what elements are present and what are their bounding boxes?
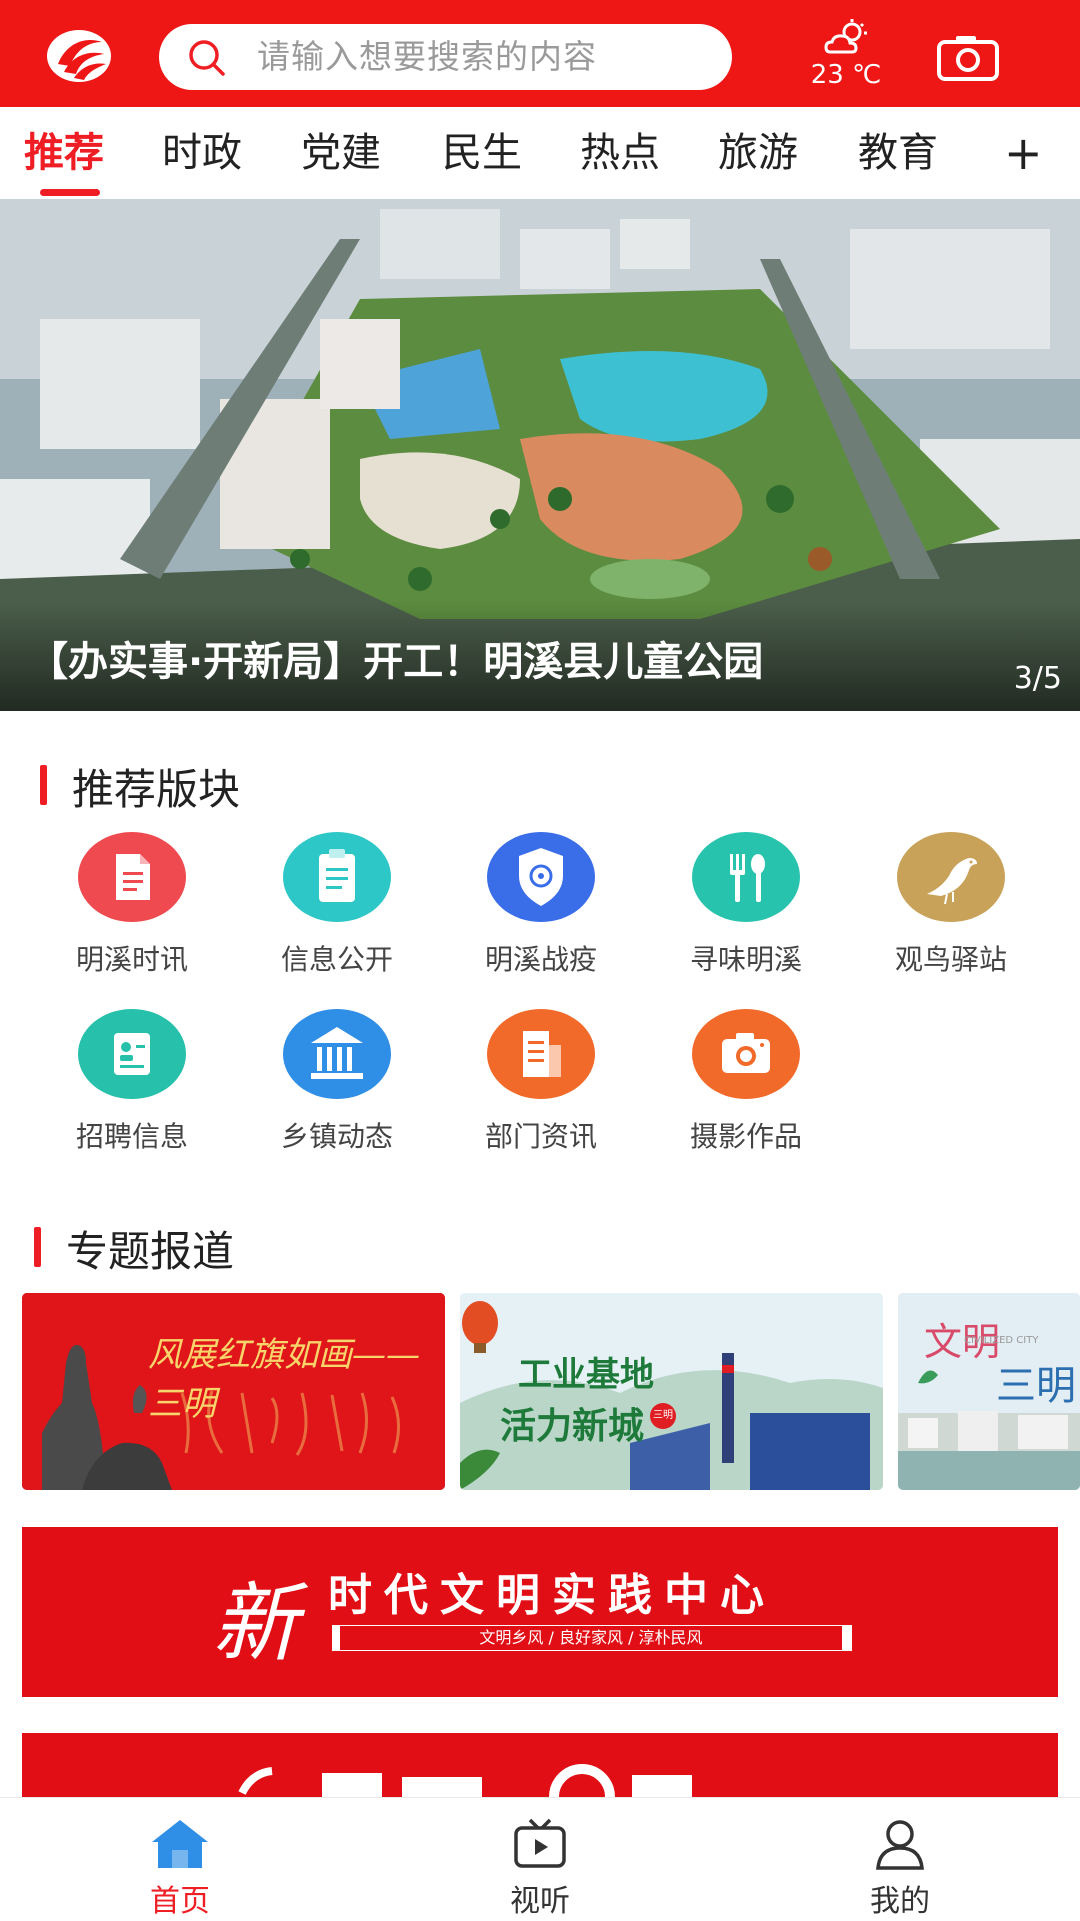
clipboard-icon <box>319 849 355 902</box>
module-info-public[interactable]: 信息公开 <box>249 832 419 982</box>
home-icon <box>152 1820 208 1868</box>
partial-promo-graphic <box>238 1764 692 1797</box>
document-icon <box>116 854 150 900</box>
topic-card-industry[interactable]: 工业基地 活力新城 三明 <box>460 1293 883 1490</box>
search-placeholder[interactable]: 请输入想要搜索的内容 <box>257 24 597 90</box>
module-recruitment[interactable]: 招聘信息 <box>44 1009 214 1159</box>
module-label: 信息公开 <box>280 943 393 976</box>
module-label: 摄影作品 <box>689 1120 802 1153</box>
nav-mine-label: 我的 <box>870 1884 930 1919</box>
topic-card-text-b: 三明 <box>996 1363 1076 1409</box>
module-town-news[interactable]: 乡镇动态 <box>249 1009 419 1159</box>
topic-card-line2: 活力新城 <box>500 1406 645 1447</box>
module-mingxi-news[interactable]: 明溪时讯 <box>44 832 214 982</box>
promo-subline: 文明乡风 / 良好家风 / 淳朴民风 <box>340 1626 842 1650</box>
promo-subline-bar: 文明乡风 / 良好家风 / 淳朴民风 <box>332 1625 852 1651</box>
module-label: 寻味明溪 <box>689 943 802 976</box>
topic-card-line1: 工业基地 <box>518 1355 654 1395</box>
module-icon-bg <box>487 1009 595 1099</box>
module-icon-bg <box>78 1009 186 1099</box>
news-icon <box>523 1031 561 1077</box>
tab-hot[interactable]: 热点 <box>580 107 660 199</box>
module-label: 乡镇动态 <box>280 1120 393 1153</box>
tab-livelihood[interactable]: 民生 <box>442 107 522 199</box>
topic-card-faint: CIVILIZED CITY <box>964 1335 1039 1346</box>
module-taste-mingxi[interactable]: 寻味明溪 <box>658 832 828 982</box>
module-icon-bg <box>78 832 186 922</box>
weather-widget[interactable]: 23 ℃ <box>800 14 892 94</box>
banner-title[interactable]: 【办实事·开新局】开工！明溪县儿童公园 <box>28 629 763 687</box>
module-icon-bg <box>692 832 800 922</box>
bird-icon <box>927 858 977 905</box>
module-icon-bg <box>283 832 391 922</box>
tab-education[interactable]: 教育 <box>858 107 938 199</box>
nav-home[interactable]: 首页 <box>90 1798 270 1921</box>
search-icon <box>189 40 225 76</box>
category-tabs: 推荐 时政 党建 民生 热点 旅游 教育 + <box>0 107 1080 199</box>
module-icon-bg <box>692 1009 800 1099</box>
module-photography[interactable]: 摄影作品 <box>658 1009 828 1159</box>
nav-mine[interactable]: 我的 <box>810 1798 990 1921</box>
module-icon-bg <box>283 1009 391 1099</box>
module-fight-epidemic[interactable]: 明溪战疫 <box>453 832 623 982</box>
tab-travel[interactable]: 旅游 <box>718 107 798 199</box>
cloudy-sun-icon <box>824 19 867 54</box>
banner-page-counter: 3/5 <box>1013 661 1062 696</box>
promo-main-char: 新 <box>212 1574 298 1674</box>
fork-spoon-icon <box>730 854 765 902</box>
tv-icon <box>514 1818 566 1868</box>
camera-icon <box>722 1033 770 1073</box>
hero-banner[interactable]: 【办实事·开新局】开工！明溪县儿童公园 3/5 <box>0 199 1080 711</box>
promo-banner-civilization[interactable]: 新 时代文明实践中心 文明乡风 / 良好家风 / 淳朴民风 <box>22 1527 1058 1697</box>
tab-party[interactable]: 党建 <box>301 107 381 199</box>
section-accent-bar <box>34 1227 41 1267</box>
nav-av[interactable]: 视听 <box>450 1798 630 1921</box>
tab-politics[interactable]: 时政 <box>162 107 242 199</box>
app-logo-icon[interactable] <box>44 26 114 84</box>
user-icon <box>876 1820 924 1870</box>
module-label: 明溪战疫 <box>484 943 597 976</box>
module-label: 招聘信息 <box>75 1120 188 1153</box>
tab-recommend[interactable]: 推荐 <box>24 107 104 199</box>
nav-home-label: 首页 <box>150 1884 210 1919</box>
bottom-navigation: 首页 视听 我的 <box>0 1797 1080 1921</box>
weather-temperature: 23 ℃ <box>810 60 882 90</box>
section-accent-bar <box>40 765 47 805</box>
module-icon-bg <box>897 832 1005 922</box>
module-label: 观鸟驿站 <box>894 943 1007 976</box>
active-tab-indicator <box>40 189 100 196</box>
module-icon-bg <box>487 832 595 922</box>
topic-card-red-flag[interactable]: 风展红旗如画——三明 <box>22 1293 445 1490</box>
section-title-topics: 专题报道 <box>66 1227 235 1276</box>
module-dept-news[interactable]: 部门资讯 <box>453 1009 623 1159</box>
module-label: 部门资讯 <box>484 1120 597 1153</box>
module-label: 明溪时讯 <box>75 943 188 976</box>
add-tab-button[interactable]: + <box>1004 107 1043 199</box>
top-header: 请输入想要搜索的内容 23 ℃ <box>0 0 1080 107</box>
id-card-icon <box>114 1033 150 1075</box>
section-title-recommended: 推荐版块 <box>72 765 241 814</box>
search-bar[interactable]: 请输入想要搜索的内容 <box>159 24 732 90</box>
shield-icon <box>519 848 563 906</box>
nav-av-label: 视听 <box>510 1884 570 1919</box>
module-birdwatch[interactable]: 观鸟驿站 <box>863 832 1033 982</box>
calligraphy-decoration <box>172 1383 432 1463</box>
building-icon <box>311 1027 363 1079</box>
topic-card-tag: 三明 <box>650 1403 676 1429</box>
promo-headline: 时代文明实践中心 <box>328 1570 776 1621</box>
camera-icon[interactable] <box>936 34 1000 82</box>
topic-card-civilized[interactable]: 文明 CIVILIZED CITY 三明 <box>898 1293 1080 1490</box>
